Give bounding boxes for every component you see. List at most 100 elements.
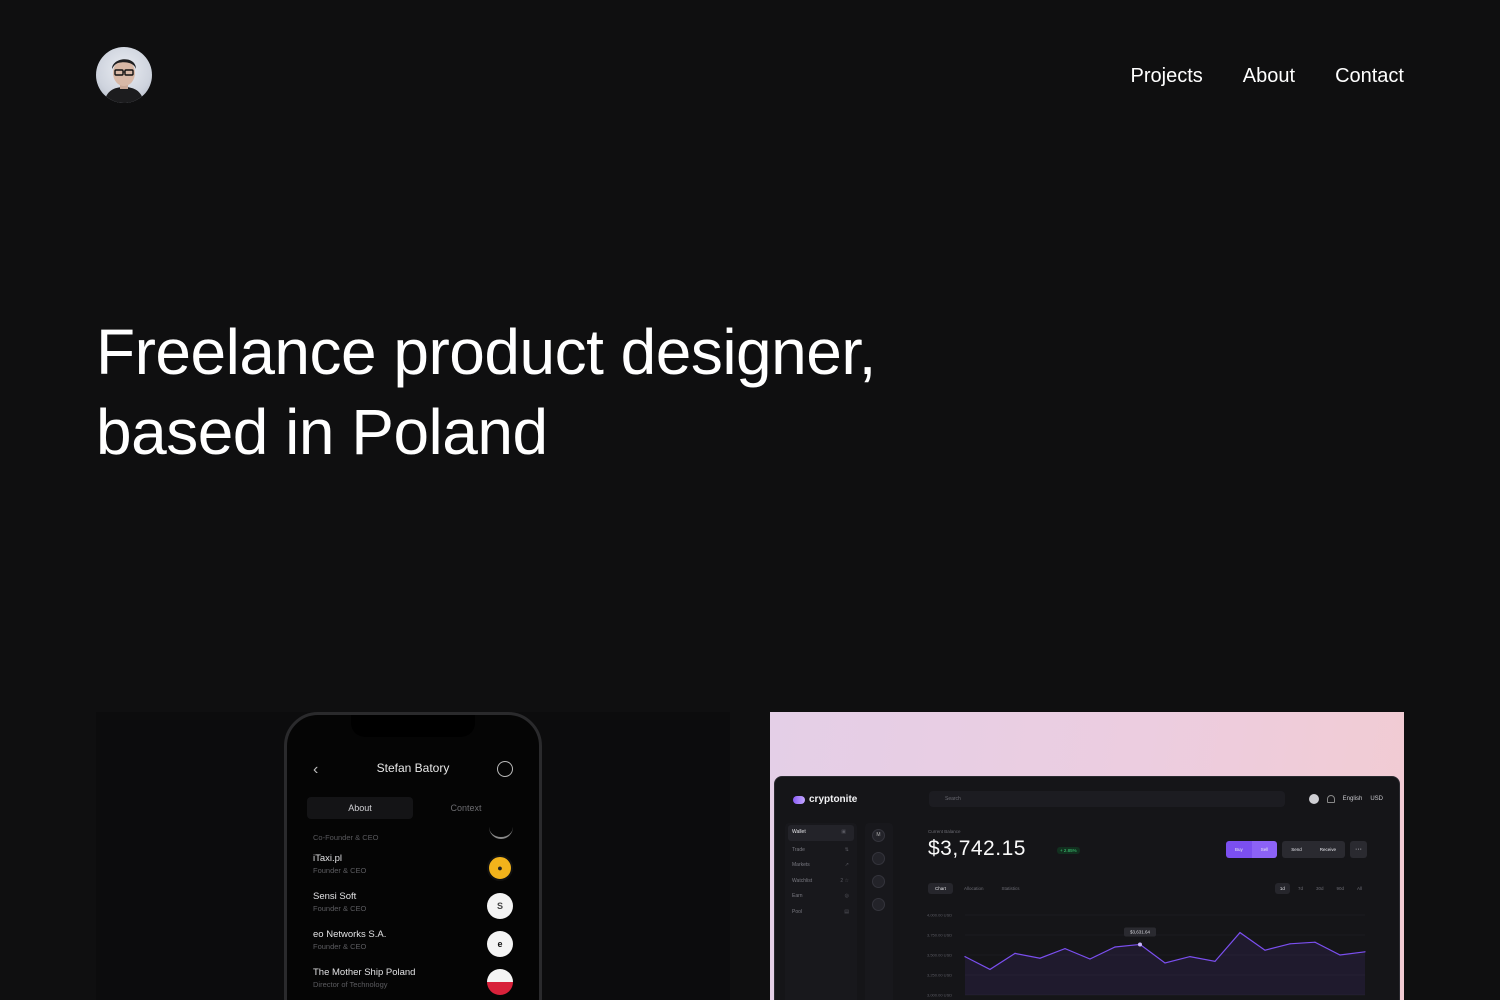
range-7d: 7d [1297,886,1303,891]
range-30d: 30d [1315,886,1324,891]
chart-tabs: Chart Allocation Statistics [928,883,1027,894]
list-item: iTaxi.pl Founder & CEO ● [313,853,513,891]
brand-logo: cryptonite [793,794,857,805]
project-card-dashboard[interactable]: cryptonite Search English USD Wallet ▣ T… [770,712,1404,1000]
chart-point [964,956,966,958]
pool-icon: ▤ [844,908,849,915]
range-selector: 1d 7d 30d 90d All [1274,883,1367,894]
chart-point [1239,932,1241,934]
sensi-soft-logo-icon: S [487,893,513,919]
dashboard-sidebar: Wallet ▣ Trade ⇅ Markets ↗ Watchlist 2 ☆… [785,823,857,1000]
hero-line-2: based in Poland [96,396,548,468]
range-90d: 90d [1336,886,1344,891]
send-button: Send [1282,841,1311,858]
poland-flag-icon [487,969,513,995]
sidebar-item-pool: Pool ▤ [785,905,857,921]
phone-tab-about: About [307,797,413,819]
language-label: English [1342,796,1363,802]
rail-item-m: M [872,829,885,842]
bell-icon [1326,795,1335,803]
send-receive-group: Send Receive [1282,841,1345,858]
main-nav: Projects About Contact [1131,64,1404,88]
buy-button: Buy [1225,841,1252,858]
dashboard-search: Search [929,791,1285,807]
markets-icon: ↗ [844,862,849,868]
edit-icon [497,761,513,777]
company-name: eo Networks S.A. [313,929,387,940]
brand-name: cryptonite [809,794,858,805]
y-tick-label: 3,250.00 USD [927,973,952,978]
phone-mockup: ‹ Stefan Batory About Context Co-Founder… [284,712,542,1000]
phone-top-role: Co-Founder & CEO [313,833,379,842]
brand-mark-icon [793,795,805,804]
currency-label: USD [1370,796,1383,802]
chart-point [1364,951,1366,953]
phone-header: ‹ Stefan Batory [287,759,539,787]
chart-point [1114,946,1116,948]
eo-networks-logo-icon: e [487,931,513,957]
nav-about-link[interactable]: About [1243,64,1295,88]
y-tick-label: 3,000.00 USD [927,993,952,998]
phone-tabs: About Context [307,797,519,819]
tab-allocation: Allocation [964,886,984,891]
sidebar-item-watchlist: Watchlist 2 ☆ [785,874,857,890]
company-role: Founder & CEO [313,904,367,913]
list-item: eo Networks S.A. Founder & CEO e [313,929,513,967]
wallet-icon: ▣ [841,829,846,835]
company-name: Sensi Soft [313,891,357,902]
chart-area [965,932,1365,995]
range-1d: 1d [1274,883,1290,894]
balance-line-chart: 4,000.00 USD 3,750.00 USD 3,500.00 USD 3,25… [927,913,1366,998]
chart-point [1138,942,1142,947]
watchlist-badge: 2 [840,877,844,884]
project-card-mobile[interactable]: ‹ Stefan Batory About Context Co-Founder… [96,712,730,1000]
y-tick-label: 4,000.00 USD [927,913,952,918]
hero-heading: Freelance product designer, based in Pol… [96,312,996,472]
sidebar-label: Wallet [792,829,806,835]
y-tick-label: 3,750.00 USD [927,933,952,938]
company-name: The Mother Ship Poland [313,967,416,978]
nav-contact-link[interactable]: Contact [1335,64,1404,88]
nav-projects-link[interactable]: Projects [1131,64,1203,88]
receive-button: Receive [1310,841,1345,858]
loading-ring-icon [489,823,513,839]
company-role: Director of Technology [313,980,388,989]
chart-point [1214,960,1216,962]
balance-value: $3,742.15 [928,837,1026,860]
chart-point [1264,949,1266,951]
trade-icon: ⇅ [844,846,849,853]
sidebar-label: Markets [792,862,810,868]
balance-change-badge: + 2.85% [1057,847,1080,854]
chart-point [1289,943,1291,945]
tab-chart: Chart [928,883,954,894]
chart-point [1014,952,1016,954]
portrait-image [104,59,144,103]
phone-notch [351,715,475,737]
sidebar-label: Watchlist [792,877,813,884]
profile-avatar[interactable] [96,47,152,103]
list-item: Sensi Soft Founder & CEO S [313,891,513,929]
rail-item [872,852,885,865]
chart-point [1064,948,1066,950]
dashboard-rail: M [865,823,893,1000]
balance-label: Current Balance [928,829,961,834]
sidebar-label: Earn [792,893,803,899]
more-button: ··· [1350,841,1367,858]
company-role: Founder & CEO [313,942,367,951]
sidebar-item-wallet: Wallet ▣ [788,825,854,841]
y-tick-label: 3,500.00 USD [927,953,952,958]
chart-point [1189,956,1191,958]
tab-statistics: Statistics [1001,886,1020,891]
chart-point [1339,954,1341,956]
chart-point [1314,941,1316,943]
sidebar-label: Trade [792,846,805,853]
star-icon: 2 ☆ [840,877,849,884]
sidebar-item-markets: Markets ↗ [785,858,857,874]
dashboard-top-right: English USD [1308,794,1383,804]
dashboard-actions: Buy Sell Send Receive ··· [1225,841,1367,858]
chart-point [1039,957,1041,959]
dashboard-mockup: cryptonite Search English USD Wallet ▣ T… [774,776,1400,1000]
user-avatar [1308,794,1319,804]
sidebar-label: Pool [792,908,803,915]
chart-point [989,968,991,970]
